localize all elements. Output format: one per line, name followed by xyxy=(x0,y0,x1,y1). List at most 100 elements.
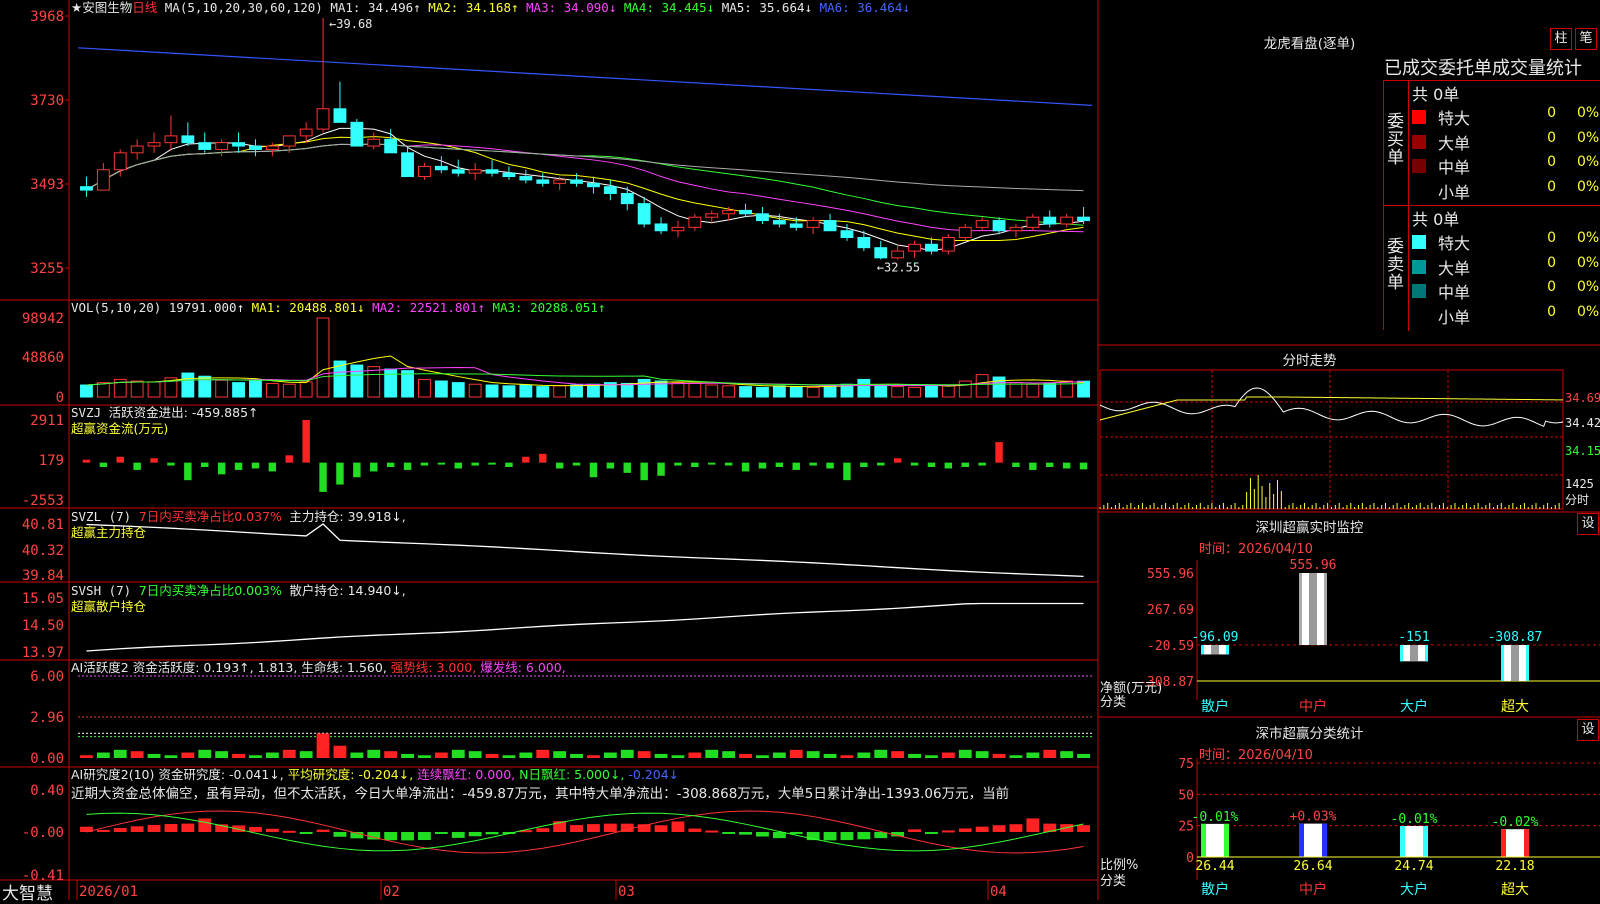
tick-mode-button[interactable]: 笔 xyxy=(1575,28,1597,50)
sell-row-label: 大单 xyxy=(1438,258,1471,278)
volume-bar xyxy=(908,386,921,398)
svsh-header: SVSH (7) 7日内买卖净占比0.003% 散户持仓: 14.940↓, 超… xyxy=(71,583,406,614)
activity-bar xyxy=(823,753,837,758)
research-bar xyxy=(823,831,837,841)
candle-body xyxy=(739,209,752,215)
research-bar xyxy=(384,831,398,841)
candle-body xyxy=(299,128,313,137)
volume-bar xyxy=(958,380,972,398)
sell-swatch xyxy=(1412,235,1426,249)
volume-bar xyxy=(147,381,161,398)
volume-bar xyxy=(587,383,600,398)
svzj-y-tick: -2553 xyxy=(22,493,64,509)
flow-bar xyxy=(606,462,615,469)
activity-bar xyxy=(1043,749,1057,758)
candle-body xyxy=(688,216,702,228)
monitor-settings-button[interactable]: 设 xyxy=(1577,513,1599,535)
x-tick-label: 03 xyxy=(618,884,635,900)
activity-bar xyxy=(1026,752,1040,758)
volume-bar xyxy=(975,374,989,398)
research-bar xyxy=(130,826,144,832)
bar-mode-button[interactable]: 柱 xyxy=(1550,28,1572,50)
activity-bar xyxy=(485,753,499,758)
candle-body xyxy=(874,247,888,259)
buy-row-pct: 0% xyxy=(1577,105,1600,121)
kline-y-tick: 3968 xyxy=(30,9,64,25)
candle-body xyxy=(654,223,668,232)
flow-bar xyxy=(1029,462,1037,470)
volume-bar xyxy=(756,386,769,398)
research-bar xyxy=(1009,824,1023,832)
flow-bar xyxy=(353,462,361,478)
research-bar xyxy=(1077,825,1090,832)
longhu-title: 龙虎看盘(逐单) xyxy=(1263,36,1356,52)
activity-bar xyxy=(536,749,550,758)
activity-bar xyxy=(215,751,229,758)
research-bar xyxy=(164,824,178,832)
candle-body xyxy=(198,142,212,150)
activity-bar xyxy=(806,751,820,758)
candle-body xyxy=(96,169,110,191)
flow-bar xyxy=(116,456,124,463)
candle-body xyxy=(249,145,262,150)
research-bar xyxy=(147,824,161,832)
volume-bar xyxy=(434,380,448,398)
candle-body xyxy=(282,135,296,147)
activity-bar xyxy=(80,755,93,758)
vol-y-tick: 0 xyxy=(56,390,64,406)
flow-bar xyxy=(589,462,598,478)
activity-bar xyxy=(857,752,871,758)
activity-bar xyxy=(316,733,330,758)
sell-row-pct: 0% xyxy=(1577,230,1600,246)
kline-header: ★安图生物日线 MA(5,10,20,30,60,120) MA1: 34.49… xyxy=(71,0,910,16)
flow-bar xyxy=(708,462,716,465)
flow-bar xyxy=(910,462,919,466)
flow-bar xyxy=(1012,462,1020,468)
flow-bar xyxy=(488,462,496,465)
candle-body xyxy=(1077,216,1090,222)
high-mark: ←39.68 xyxy=(329,17,372,31)
activity-bar xyxy=(941,752,955,758)
volume-bar xyxy=(215,379,229,398)
research-bar xyxy=(96,829,110,832)
candle-body xyxy=(434,165,448,171)
volume-bar xyxy=(367,366,381,398)
activity-bar xyxy=(367,749,381,758)
ai1-y-tick: 0.00 xyxy=(30,751,64,767)
flow-bar xyxy=(336,462,344,485)
ma6-value: MA6: 36.464↓ xyxy=(819,0,910,15)
volume-bar xyxy=(401,370,414,398)
buy-row-label: 小单 xyxy=(1438,182,1471,202)
activity-bar xyxy=(1009,755,1023,758)
intraday-panel[interactable]: 分时走势 xyxy=(1099,345,1600,510)
buy-row: 中单 0 0% xyxy=(1412,154,1600,178)
buy-row-count: 0 xyxy=(1547,178,1556,195)
activity-bar xyxy=(401,753,414,758)
ma20-line xyxy=(86,143,1084,233)
research-bar xyxy=(958,828,972,832)
stats-settings-button[interactable]: 设 xyxy=(1577,719,1599,741)
volume-bar xyxy=(992,376,1006,398)
research-bar xyxy=(722,831,736,834)
sell-row-pct: 0% xyxy=(1577,254,1600,271)
research-bar xyxy=(908,829,921,832)
activity-bar xyxy=(756,755,769,758)
flow-bar xyxy=(657,462,665,476)
flow-bar xyxy=(555,462,564,469)
ma1-value: MA1: 34.496↑ xyxy=(330,0,421,15)
period-label[interactable]: 日线 xyxy=(132,0,157,15)
candle-body xyxy=(485,169,499,174)
candle-body xyxy=(840,230,854,239)
stock-name[interactable]: ★安图生物 xyxy=(71,0,132,15)
ma6-line xyxy=(77,47,1093,106)
monitor-ylabel: 净额(万元) 分类 xyxy=(1100,681,1163,710)
buy-row-count: 0 xyxy=(1547,105,1556,121)
volume-bar xyxy=(857,378,871,398)
svsh-y-tick: 14.50 xyxy=(22,618,64,634)
activity-bar xyxy=(147,753,161,758)
research-bar xyxy=(468,831,482,837)
candle-body xyxy=(1009,226,1023,232)
activity-bar xyxy=(434,752,448,758)
activity-bar xyxy=(891,751,905,758)
candle-body xyxy=(316,108,330,130)
